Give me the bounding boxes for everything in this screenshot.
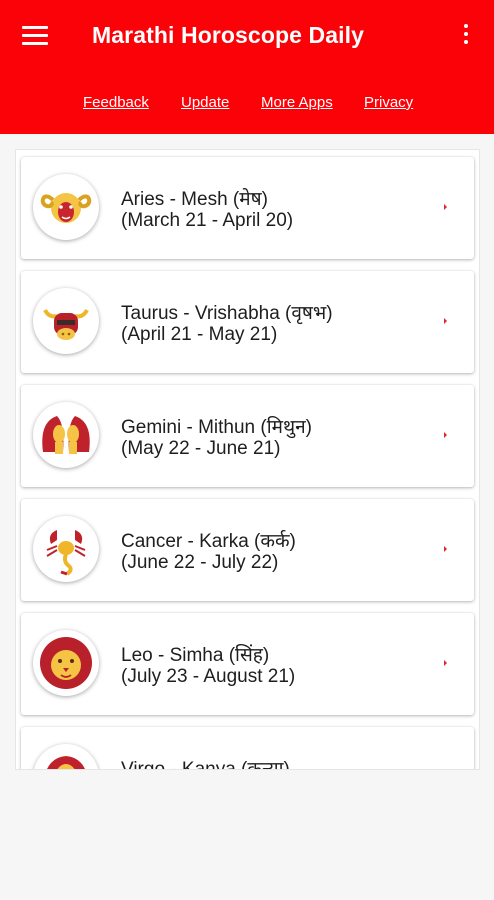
sign-name: Virgo - Kanya (कन्या) xyxy=(121,759,290,770)
aries-ram-icon xyxy=(33,174,99,240)
sign-name: Aries - Mesh (मेष) xyxy=(121,189,268,210)
sign-dates: (July 23 - August 21) xyxy=(121,666,296,687)
app-title: Marathi Horoscope Daily xyxy=(92,22,364,48)
sign-dates: (May 22 - June 21) xyxy=(121,438,281,459)
cancer-crab-icon xyxy=(33,516,99,582)
chevron-right-icon xyxy=(444,546,447,552)
sign-dates: (March 21 - April 20) xyxy=(121,210,294,231)
zodiac-card-aries[interactable]: Aries - Mesh (मेष) (March 21 - April 20) xyxy=(21,157,474,259)
sign-dates: (April 21 - May 21) xyxy=(121,324,278,345)
sign-name: Leo - Simha (सिंह) xyxy=(121,645,270,666)
chevron-right-icon xyxy=(444,660,447,666)
header-links: Feedback Update More Apps Privacy xyxy=(0,94,494,116)
leo-lion-icon xyxy=(33,630,99,696)
privacy-link[interactable]: Privacy xyxy=(364,94,413,111)
sign-name: Gemini - Mithun (मिथुन) xyxy=(121,417,312,438)
zodiac-card-leo[interactable]: Leo - Simha (सिंह) (July 23 - August 21) xyxy=(21,613,474,715)
sign-name: Cancer - Karka (कर्क) xyxy=(121,531,296,552)
zodiac-list[interactable]: Aries - Mesh (मेष) (March 21 - April 20)… xyxy=(15,149,480,770)
hamburger-menu-icon[interactable] xyxy=(22,26,48,46)
feedback-link[interactable]: Feedback xyxy=(83,94,149,111)
app-bar: Marathi Horoscope Daily Feedback Update … xyxy=(0,0,494,134)
chevron-right-icon xyxy=(444,204,447,210)
taurus-bull-icon xyxy=(33,288,99,354)
more-vertical-icon[interactable] xyxy=(460,24,472,48)
more-apps-link[interactable]: More Apps xyxy=(261,94,333,111)
zodiac-card-taurus[interactable]: Taurus - Vrishabha (वृषभ) (April 21 - Ma… xyxy=(21,271,474,373)
chevron-right-icon xyxy=(444,318,447,324)
sign-name: Taurus - Vrishabha (वृषभ) xyxy=(121,303,333,324)
chevron-right-icon xyxy=(444,432,447,438)
zodiac-card-gemini[interactable]: Gemini - Mithun (मिथुन) (May 22 - June 2… xyxy=(21,385,474,487)
gemini-twins-icon xyxy=(33,402,99,468)
sign-dates: (June 22 - July 22) xyxy=(121,552,279,573)
zodiac-card-cancer[interactable]: Cancer - Karka (कर्क) (June 22 - July 22… xyxy=(21,499,474,601)
update-link[interactable]: Update xyxy=(181,94,229,111)
virgo-maiden-icon xyxy=(33,744,99,769)
zodiac-card-virgo[interactable]: Virgo - Kanya (कन्या) xyxy=(21,727,474,770)
